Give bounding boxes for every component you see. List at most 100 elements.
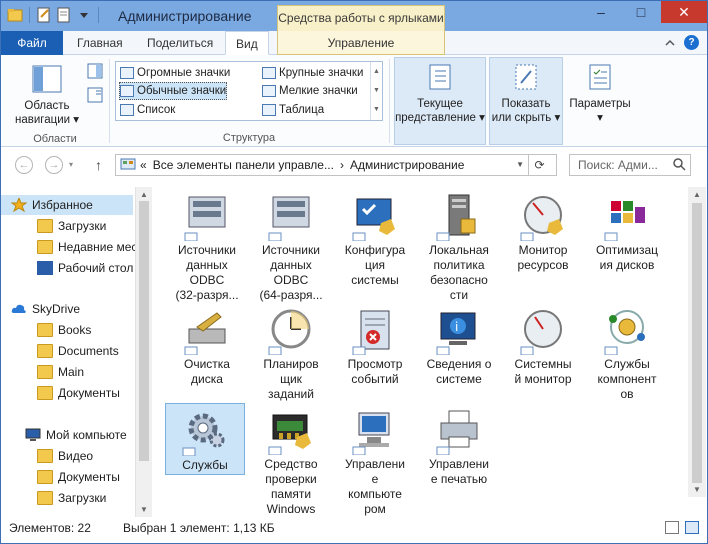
item-local-security-policy[interactable]: Локальная политика безопасно сти xyxy=(419,189,499,303)
forward-button[interactable]: → xyxy=(45,156,63,174)
maximize-button[interactable]: □ xyxy=(621,1,661,23)
content-scroll-up-icon[interactable]: ▲ xyxy=(693,190,701,199)
nav-computer[interactable]: Мой компьюте xyxy=(1,425,127,445)
close-button[interactable]: ✕ xyxy=(661,1,707,23)
nav-main[interactable]: Main xyxy=(1,362,84,382)
window-title: Администрирование xyxy=(118,8,252,24)
item-performance-monitor[interactable]: Системны й монитор xyxy=(503,303,583,387)
preview-pane-icon[interactable] xyxy=(87,63,103,79)
navigation-pane-button[interactable]: Область навигации ▾ xyxy=(9,63,85,127)
item-services[interactable]: Службы xyxy=(165,403,245,475)
up-button[interactable]: ↑ xyxy=(95,157,102,173)
new-folder-icon[interactable] xyxy=(56,7,72,23)
nav-docs-sky-ru[interactable]: Документы xyxy=(1,383,120,403)
item-odbc-32[interactable]: Источники данных ODBC (32-разря... xyxy=(167,189,247,303)
nav-scroll-thumb[interactable] xyxy=(139,201,149,461)
item-system-information[interactable]: i Сведения о системе xyxy=(419,303,499,387)
breadcrumb-administration[interactable]: Администрирование xyxy=(350,158,464,172)
options-dropdown: ▾ xyxy=(597,112,603,124)
chevron-up-icon[interactable] xyxy=(664,37,676,49)
layout-large-icons[interactable]: Крупные значки xyxy=(262,64,363,82)
breadcrumb-control-panel[interactable]: Все элементы панели управле... xyxy=(153,158,334,172)
nav-recent[interactable]: Недавние мес xyxy=(1,237,135,257)
current-view-button[interactable]: Текущее представление ▾ xyxy=(394,63,486,125)
nav-favorites[interactable]: Избранное xyxy=(1,195,133,215)
nav-skydrive[interactable]: SkyDrive xyxy=(1,299,80,319)
address-bar[interactable]: « Все элементы панели управле... › Админ… xyxy=(115,154,557,176)
item-disk-cleanup[interactable]: Очистка диска xyxy=(167,303,247,387)
component-services-icon xyxy=(604,310,645,355)
nav-scrollbar[interactable]: ▲ ▼ xyxy=(135,187,152,517)
minimize-button[interactable]: – xyxy=(581,1,621,23)
tab-file[interactable]: Файл xyxy=(1,31,63,55)
item-computer-management[interactable]: Управлени е компьюте ром xyxy=(335,403,415,517)
nav-books[interactable]: Books xyxy=(1,320,91,340)
item-component-services[interactable]: Службы компонент ов xyxy=(587,303,667,402)
tab-manage[interactable]: Управление xyxy=(277,31,445,55)
nav-downloads[interactable]: Загрузки xyxy=(1,216,106,236)
gear-icon xyxy=(182,413,225,456)
layout-medium-icons[interactable]: Обычные значки xyxy=(119,82,228,100)
nav-video[interactable]: Видео xyxy=(1,446,93,466)
scroll-up-icon[interactable]: ▲ xyxy=(140,190,148,199)
address-dropdown-icon[interactable]: ▼ xyxy=(516,160,524,169)
item-print-management[interactable]: Управлени е печатью xyxy=(419,403,499,487)
options-button[interactable]: Параметры ▾ xyxy=(567,63,633,125)
performance-monitor-icon xyxy=(520,310,562,355)
content-scroll-thumb[interactable] xyxy=(692,203,702,483)
recent-locations-icon[interactable]: ▾ xyxy=(69,160,73,169)
item-memory-diagnostic[interactable]: Средство проверки памяти Windows xyxy=(251,403,331,517)
medium-icons-icon xyxy=(120,85,134,97)
nav-documents-sky[interactable]: Documents xyxy=(1,341,119,361)
view-switcher xyxy=(665,521,699,534)
refresh-icon[interactable]: ⟳ xyxy=(528,155,550,175)
title-bar: Администрирование Средства работы с ярлы… xyxy=(1,1,707,31)
item-disk-optimization[interactable]: Оптимизац ия дисков xyxy=(587,189,667,273)
small-icons-icon xyxy=(262,85,276,97)
qat-separator xyxy=(29,7,30,23)
item-event-viewer[interactable]: Просмотр событий xyxy=(335,303,415,387)
item-odbc-64[interactable]: Источники данных ODBC (64-разря... xyxy=(251,189,331,303)
odbc-64-icon xyxy=(268,196,310,241)
search-input[interactable]: Поиск: Адми... xyxy=(569,154,691,176)
layout-table[interactable]: Таблица xyxy=(262,101,324,119)
content-scroll-down-icon[interactable]: ▼ xyxy=(693,485,701,494)
scroll-down-icon[interactable]: ▼ xyxy=(140,505,148,514)
folder-app-icon[interactable] xyxy=(7,7,23,23)
properties-icon[interactable] xyxy=(36,7,52,23)
printer-icon xyxy=(436,410,478,455)
item-system-config[interactable]: Конфигура ция системы xyxy=(335,189,415,288)
tab-home[interactable]: Главная xyxy=(67,31,133,55)
content-scrollbar[interactable]: ▲ ▼ xyxy=(688,187,706,497)
options-icon xyxy=(589,64,611,90)
table-icon xyxy=(262,104,276,116)
details-view-icon[interactable] xyxy=(665,521,679,534)
ribbon-separator-2 xyxy=(389,59,390,143)
nav-downloads-pc[interactable]: Загрузки xyxy=(1,488,106,508)
help-icon[interactable]: ? xyxy=(684,35,699,50)
event-viewer-icon xyxy=(352,310,390,355)
breadcrumb-separator[interactable]: › xyxy=(340,158,344,172)
layout-small-icons[interactable]: Мелкие значки xyxy=(262,82,358,100)
details-pane-icon[interactable] xyxy=(87,87,103,103)
show-hide-icon xyxy=(515,64,537,90)
layout-list[interactable]: Список xyxy=(120,101,175,119)
group-panes: Область навигации ▾ Области xyxy=(1,55,109,147)
layout-huge-icons[interactable]: Огромные значки xyxy=(120,64,230,82)
show-hide-label-2: или скрыть ▾ xyxy=(491,112,561,124)
item-task-scheduler[interactable]: Планиров щик заданий xyxy=(251,303,331,402)
memory-diagnostic-icon xyxy=(268,414,311,455)
tab-share[interactable]: Поделиться xyxy=(137,31,223,55)
item-resource-monitor[interactable]: Монитор ресурсов xyxy=(503,189,583,273)
back-button[interactable]: ← xyxy=(15,156,33,174)
nav-desktop[interactable]: Рабочий стол xyxy=(1,258,133,278)
content-area: Источники данных ODBC (32-разря... Источник… xyxy=(153,187,687,517)
group-panes-label: Области xyxy=(33,133,77,145)
nav-docs-pc[interactable]: Документы xyxy=(1,467,120,487)
layout-gallery-scroll[interactable]: ▲ ▼ ▼ xyxy=(370,62,382,120)
qat-dropdown-icon[interactable] xyxy=(76,7,92,23)
address-chevrons[interactable]: « xyxy=(140,158,147,172)
show-hide-button[interactable]: Показать или скрыть ▾ xyxy=(489,63,563,125)
tab-view[interactable]: Вид xyxy=(225,31,269,55)
large-icons-view-icon[interactable] xyxy=(685,521,699,534)
